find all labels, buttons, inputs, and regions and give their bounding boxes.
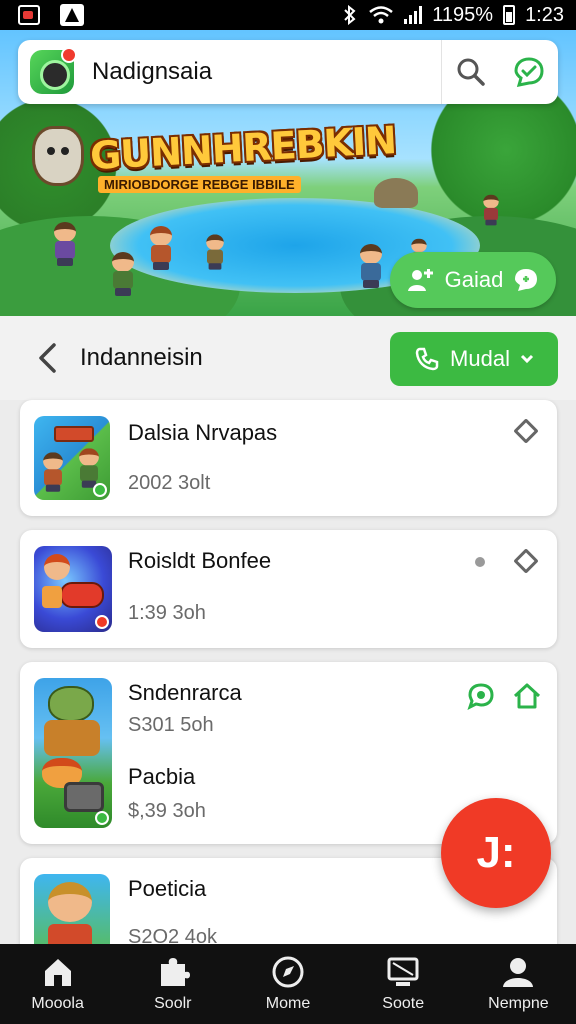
music-fab-button[interactable]: J: xyxy=(441,798,551,908)
search-icon xyxy=(457,58,485,86)
app-logo-icon[interactable] xyxy=(30,47,77,94)
guide-button[interactable]: Gaiad xyxy=(390,252,556,308)
game-thumbnail xyxy=(34,678,112,828)
nav-item-profile[interactable]: Nempne xyxy=(461,944,576,1024)
item-title: Roisldt Bonfee xyxy=(128,548,272,573)
diamond-icon[interactable] xyxy=(513,418,539,444)
notification-icon xyxy=(18,5,40,25)
bottom-navigation: Mooola Soolr Mome Soote Nempne xyxy=(0,944,576,1024)
item-title: Dalsia Nrvapas xyxy=(128,420,278,445)
diamond-icon[interactable] xyxy=(513,548,539,574)
back-arrow-icon[interactable] xyxy=(36,342,58,374)
search-bar[interactable]: Nadignsaia xyxy=(18,40,558,104)
item-subtitle: Pacbia xyxy=(128,764,196,789)
whatsapp-icon[interactable] xyxy=(467,682,495,710)
guide-button-label: Gaiad xyxy=(444,267,504,292)
item-price: $,39 3oh xyxy=(128,800,206,822)
game-logo: GUNNHREBKIN xyxy=(89,118,397,178)
battery-percent: 1195% xyxy=(432,3,494,26)
nav-label: Nempne xyxy=(488,995,549,1012)
search-title[interactable]: Nadignsaia xyxy=(92,58,212,86)
chevron-down-icon xyxy=(520,354,534,364)
compass-icon xyxy=(272,956,304,988)
clock: 1:23 xyxy=(525,3,564,26)
search-button[interactable] xyxy=(442,40,500,104)
nav-item-explore[interactable]: Mome xyxy=(230,944,345,1024)
nav-label: Mooola xyxy=(31,995,84,1012)
chat-icon xyxy=(514,57,544,87)
nav-item-store[interactable]: Soote xyxy=(346,944,461,1024)
bluetooth-icon xyxy=(344,5,356,25)
game-subtitle: MIRIOBDORGE REBGE IBBILE xyxy=(98,176,301,193)
item-title: Poeticia xyxy=(128,876,207,901)
alert-icon xyxy=(60,4,84,26)
section-header: Indanneisin Mudal xyxy=(0,316,576,400)
status-dot xyxy=(475,557,485,567)
wifi-icon xyxy=(369,6,394,24)
phone-icon xyxy=(415,347,439,371)
music-note-icon: J: xyxy=(476,828,516,877)
game-thumbnail xyxy=(34,546,112,632)
message-icon xyxy=(515,269,538,291)
status-bar: 1195% 1:23 xyxy=(0,0,576,30)
person-icon xyxy=(503,958,534,987)
rock-illustration xyxy=(374,178,418,208)
mode-dropdown-label: Mudal xyxy=(450,346,510,371)
mode-dropdown-button[interactable]: Mudal xyxy=(390,332,558,386)
puzzle-icon xyxy=(160,958,190,986)
nav-item-games[interactable]: Soolr xyxy=(115,944,230,1024)
character-illustration xyxy=(481,194,502,226)
item-title: Sndenrarca xyxy=(128,680,242,705)
item-meta: S301 5oh xyxy=(128,714,214,736)
home-icon xyxy=(44,959,71,986)
game-thumbnail xyxy=(34,416,110,500)
character-illustration xyxy=(203,234,227,270)
list-item[interactable]: Roisldt Bonfee 1:39 3oh xyxy=(20,530,557,648)
character-illustration xyxy=(108,252,138,296)
nav-label: Soolr xyxy=(154,995,192,1012)
character-illustration xyxy=(146,226,176,270)
monitor-icon xyxy=(387,957,419,986)
item-meta: 1:39 3oh xyxy=(128,602,206,624)
section-title: Indanneisin xyxy=(80,344,203,371)
nav-label: Soote xyxy=(382,995,425,1012)
signal-icon xyxy=(404,6,423,24)
chat-button[interactable] xyxy=(500,40,558,104)
item-meta: 2002 3olt xyxy=(128,472,211,494)
home-outline-icon[interactable] xyxy=(512,682,542,710)
character-illustration xyxy=(50,222,80,266)
battery-icon xyxy=(503,5,516,25)
people-icon xyxy=(407,269,433,291)
list-item[interactable]: Dalsia Nrvapas 2002 3olt xyxy=(20,400,557,516)
character-illustration xyxy=(356,244,386,288)
nav-label: Mome xyxy=(265,995,311,1012)
mascot-illustration xyxy=(32,126,84,186)
nav-item-home[interactable]: Mooola xyxy=(0,944,115,1024)
